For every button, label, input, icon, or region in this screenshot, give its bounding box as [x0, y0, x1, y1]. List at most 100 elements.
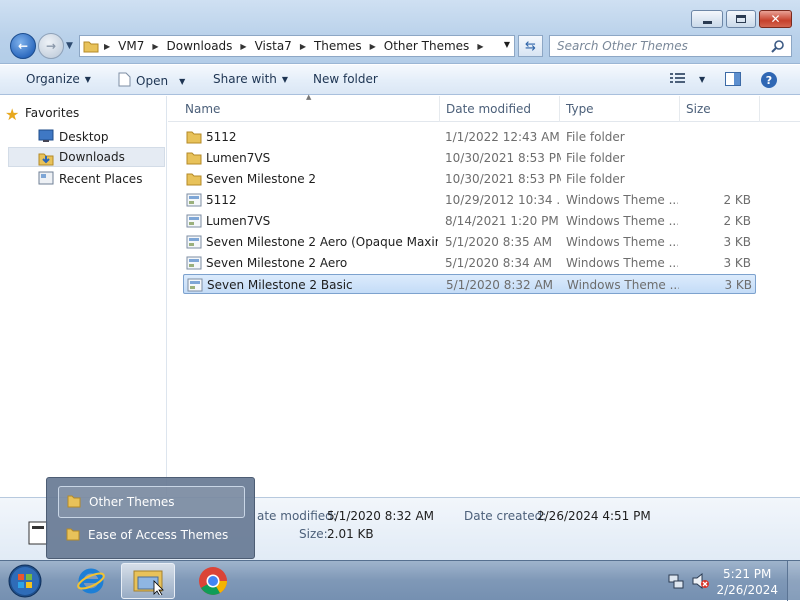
jump-list-item-other-themes[interactable]: Other Themes — [58, 486, 245, 518]
recent-pages-dropdown[interactable]: ▼ — [66, 41, 73, 51]
file-row-theme-seven-milestone-2-aero[interactable]: Seven Milestone 2 Aero 5/1/2020 8:34 AM … — [183, 253, 756, 273]
breadcrumb-separator-icon[interactable]: ▶ — [475, 42, 485, 51]
downloads-folder-icon — [38, 150, 54, 169]
windows-logo-icon — [8, 564, 42, 598]
minimize-button[interactable] — [691, 10, 723, 28]
close-button[interactable]: ✕ — [759, 10, 792, 28]
clock[interactable]: 5:21 PM 2/26/2024 — [716, 566, 778, 598]
file-row-theme-seven-milestone-2-aero-opaque[interactable]: Seven Milestone 2 Aero (Opaque Maximi...… — [183, 232, 756, 252]
breadcrumb-separator-icon[interactable]: ▶ — [102, 42, 112, 51]
file-size: 2 KB — [723, 214, 751, 228]
theme-file-icon — [186, 235, 202, 252]
date-created-value: 2/26/2024 4:51 PM — [537, 509, 651, 523]
jump-list-label: Ease of Access Themes — [88, 528, 229, 542]
file-type: File folder — [566, 172, 625, 186]
column-type[interactable]: Type — [560, 96, 680, 122]
theme-file-icon — [186, 256, 202, 273]
share-with-button[interactable]: Share with ▼ — [213, 72, 288, 86]
column-size[interactable]: Size — [680, 96, 760, 122]
file-type: Windows Theme ... — [566, 214, 678, 228]
jump-list-item-ease-of-access-themes[interactable]: Ease of Access Themes — [58, 519, 245, 551]
file-size: 2 KB — [723, 193, 751, 207]
folder-icon — [186, 151, 202, 168]
theme-file-icon — [186, 214, 202, 231]
search-input[interactable]: Search Other Themes — [549, 35, 792, 57]
breadcrumb-vm7[interactable]: VM7 — [112, 39, 150, 53]
breadcrumb-downloads[interactable]: Downloads — [161, 39, 239, 53]
title-bar: ✕ ← → ▼ ▶ VM7 ▶ Downloads ▶ Vista7 ▶ The… — [0, 0, 800, 64]
preview-pane-button[interactable] — [725, 72, 741, 89]
file-name: Lumen7VS — [206, 214, 271, 228]
breadcrumb-other-themes[interactable]: Other Themes — [378, 39, 476, 53]
sidebar-item-downloads[interactable]: Downloads — [8, 147, 165, 167]
clock-time: 5:21 PM — [723, 567, 772, 581]
column-name[interactable]: Name — [179, 96, 440, 122]
file-row-folder-seven-milestone-2[interactable]: Seven Milestone 2 10/30/2021 8:53 PM Fil… — [183, 169, 756, 189]
file-type: Windows Theme ... — [566, 193, 678, 207]
folder-icon — [80, 39, 102, 53]
forward-arrow-icon: → — [45, 39, 57, 53]
help-button[interactable]: ? — [761, 72, 777, 88]
recent-places-icon — [38, 171, 54, 188]
breadcrumb-separator-icon[interactable]: ▶ — [150, 42, 160, 51]
breadcrumb-separator-icon[interactable]: ▶ — [298, 42, 308, 51]
start-button[interactable] — [6, 563, 44, 599]
address-dropdown-icon[interactable]: ▼ — [504, 40, 510, 49]
new-folder-button[interactable]: New folder — [313, 72, 378, 86]
file-row-theme-lumen7vs[interactable]: Lumen7VS 8/14/2021 1:20 PM Windows Theme… — [183, 211, 756, 231]
taskbar-internet-explorer[interactable] — [64, 563, 118, 599]
breadcrumb-vista7[interactable]: Vista7 — [249, 39, 298, 53]
back-button[interactable]: ← — [10, 33, 36, 59]
chevron-down-icon: ▼ — [84, 74, 91, 84]
sidebar-item-desktop[interactable]: Desktop — [8, 127, 109, 147]
network-icon[interactable] — [668, 573, 684, 592]
date-created-label: Date created: — [464, 509, 547, 523]
volume-muted-icon[interactable] — [692, 572, 710, 592]
file-name: 5112 — [206, 130, 237, 144]
back-arrow-icon: ← — [17, 39, 29, 53]
search-icon[interactable] — [771, 39, 785, 56]
address-bar[interactable]: ▶ VM7 ▶ Downloads ▶ Vista7 ▶ Themes ▶ Ot… — [79, 35, 515, 57]
taskbar-google-chrome[interactable] — [186, 563, 240, 599]
maximize-icon — [736, 15, 746, 23]
breadcrumb-separator-icon[interactable]: ▶ — [238, 42, 248, 51]
folder-icon — [186, 172, 202, 189]
navigation-pane: ★ Favorites Desktop Downloads Recent Pla… — [0, 96, 167, 496]
file-row-folder-5112[interactable]: 5112 1/1/2022 12:43 AM File folder — [183, 127, 756, 147]
folder-icon — [67, 494, 81, 511]
folder-icon — [66, 527, 80, 544]
new-folder-label: New folder — [313, 72, 378, 86]
file-size — [683, 148, 751, 168]
open-label: Open — [136, 74, 169, 88]
change-view-button[interactable]: ▼ — [670, 72, 705, 87]
open-button[interactable]: Open ▼ — [118, 72, 185, 90]
system-tray: 5:21 PM 2/26/2024 — [630, 561, 800, 601]
refresh-button[interactable]: ⇆ — [518, 35, 543, 57]
file-row-theme-5112[interactable]: 5112 10/29/2012 10:34 ... Windows Theme … — [183, 190, 756, 210]
file-date: 8/14/2021 1:20 PM — [445, 214, 559, 228]
favorites-header[interactable]: ★ Favorites — [5, 105, 80, 124]
organize-button[interactable]: Organize ▼ — [26, 72, 91, 86]
close-icon: ✕ — [770, 12, 781, 26]
file-row-folder-lumen7vs[interactable]: Lumen7VS 10/30/2021 8:53 PM File folder — [183, 148, 756, 168]
taskbar-windows-explorer[interactable] — [121, 563, 175, 599]
breadcrumb-separator-icon[interactable]: ▶ — [368, 42, 378, 51]
column-date-modified[interactable]: Date modified — [440, 96, 560, 122]
forward-button[interactable]: → — [38, 33, 64, 59]
desktop-icon — [38, 129, 54, 146]
file-size — [683, 127, 751, 147]
sidebar-item-recent-places[interactable]: Recent Places — [8, 169, 142, 189]
star-icon: ★ — [5, 105, 20, 124]
share-with-label: Share with — [213, 72, 277, 86]
file-type: Windows Theme ... — [567, 278, 679, 292]
favorites-label: Favorites — [25, 106, 80, 120]
breadcrumb-themes[interactable]: Themes — [308, 39, 368, 53]
file-type: Windows Theme ... — [566, 235, 678, 249]
chrome-icon — [199, 567, 227, 595]
theme-file-icon — [187, 278, 203, 295]
internet-explorer-icon — [77, 568, 105, 594]
show-desktop-button[interactable] — [787, 561, 800, 601]
file-row-theme-seven-milestone-2-basic[interactable]: Seven Milestone 2 Basic 5/1/2020 8:32 AM… — [183, 274, 756, 294]
chevron-down-icon: ▼ — [179, 76, 186, 86]
maximize-button[interactable] — [726, 10, 756, 28]
